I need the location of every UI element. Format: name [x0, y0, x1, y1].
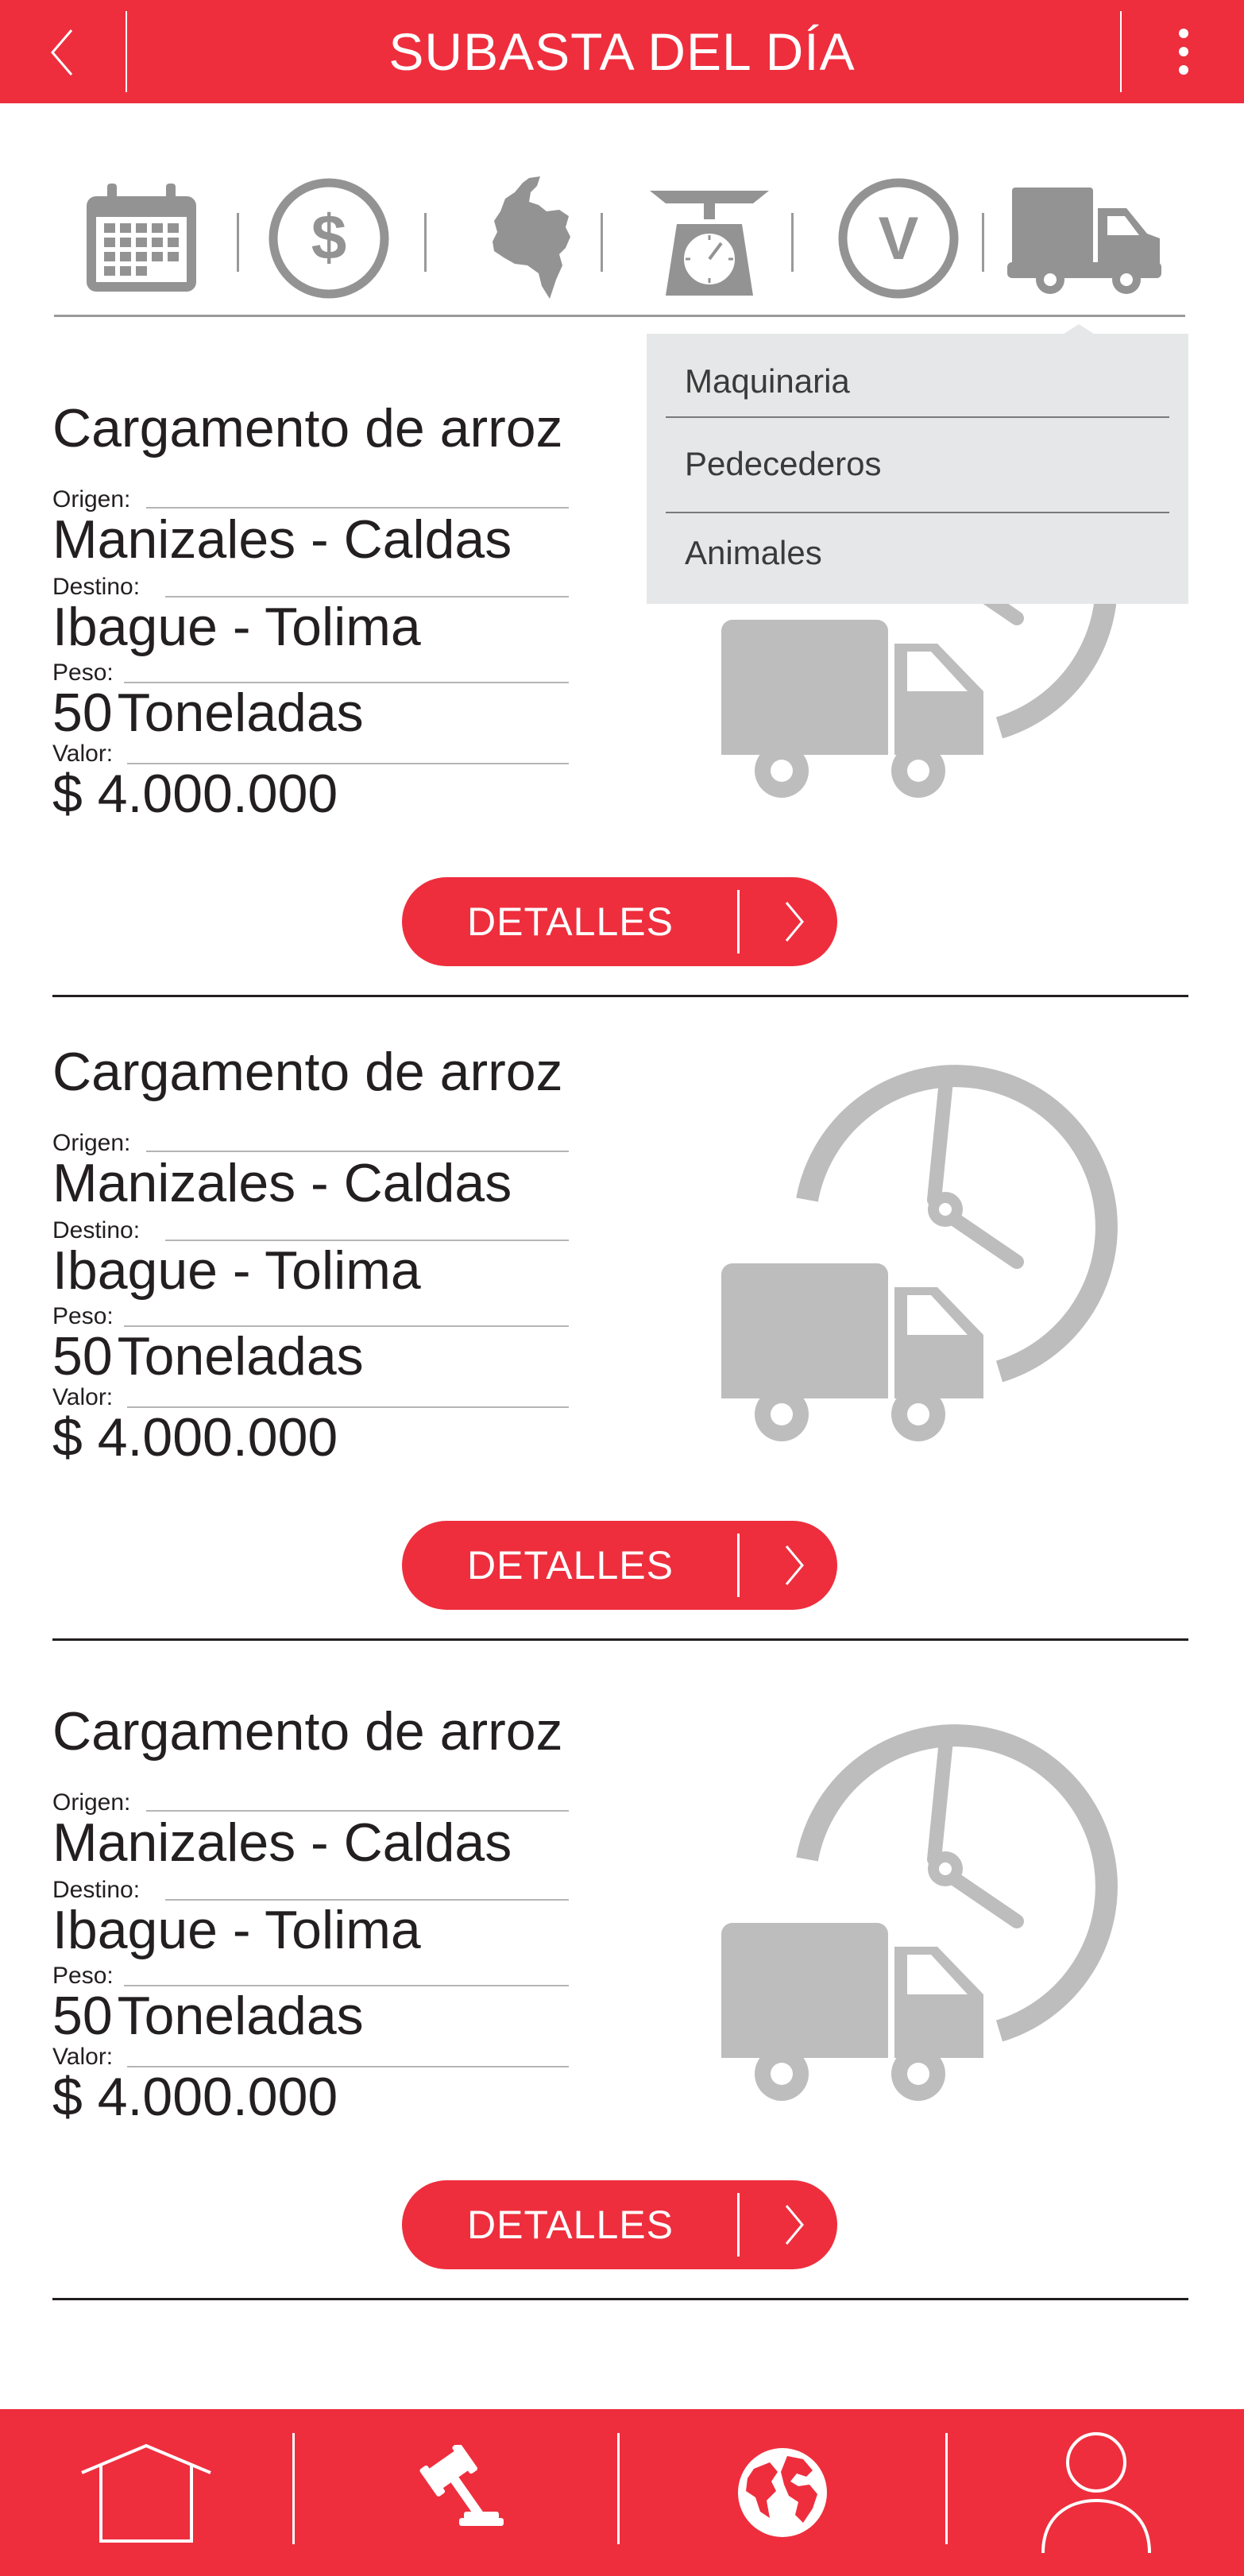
- weight-value: 50Toneladas: [52, 1985, 364, 2047]
- details-button-label: DETALLES: [467, 899, 674, 944]
- weight-amount: 50: [52, 683, 113, 743]
- weight-value: 50Toneladas: [52, 682, 364, 744]
- dropdown-pointer: [1061, 324, 1096, 335]
- weight-amount: 50: [52, 1986, 113, 2046]
- dropdown-divider: [666, 512, 1169, 513]
- nav-auctions[interactable]: [295, 2409, 617, 2576]
- dropdown-item-pedecederos[interactable]: Pedecederos: [685, 445, 882, 483]
- details-button[interactable]: DETALLES: [402, 1521, 837, 1610]
- page-title: SUBASTA DEL DÍA: [388, 22, 856, 81]
- dropdown-divider: [666, 416, 1169, 418]
- filter-weight[interactable]: [626, 175, 793, 302]
- dropdown-item-animales[interactable]: Animales: [685, 534, 822, 572]
- filter-divider: [424, 213, 427, 272]
- weight-value: 50Toneladas: [52, 1325, 364, 1387]
- weight-unit: Toneladas: [117, 1986, 364, 2046]
- calendar-icon: [87, 184, 196, 292]
- card-divider: [52, 1638, 1188, 1641]
- filter-divider: [601, 213, 603, 272]
- more-vertical-icon[interactable]: [1168, 24, 1200, 79]
- colombia-map-icon: [493, 176, 570, 299]
- delivery-time-illustration: [715, 1065, 1118, 1441]
- destination-value: Ibague - Tolima: [52, 1240, 421, 1301]
- filter-bar-underline: [54, 315, 1185, 317]
- cargo-type-dropdown: Maquinaria Pedecederos Animales: [647, 324, 1188, 604]
- dollar-icon: $: [269, 178, 389, 299]
- details-button[interactable]: DETALLES: [402, 2180, 837, 2269]
- scale-icon: [650, 191, 769, 296]
- filter-value[interactable]: V: [823, 175, 974, 302]
- filter-region[interactable]: [451, 175, 610, 302]
- card-divider: [52, 2298, 1188, 2300]
- filter-price[interactable]: $: [265, 175, 392, 302]
- value-amount: $ 4.000.000: [52, 1407, 338, 1468]
- card-title: Cargamento de arroz: [52, 1701, 563, 1762]
- destination-value: Ibague - Tolima: [52, 597, 421, 657]
- chevron-right-icon: [785, 902, 804, 942]
- nav-home[interactable]: [0, 2409, 292, 2576]
- svg-text:$: $: [311, 202, 347, 273]
- value-amount: $ 4.000.000: [52, 764, 338, 824]
- card-divider: [52, 995, 1188, 997]
- filter-cargo-type[interactable]: [1007, 175, 1166, 302]
- origin-value: Manizales - Caldas: [52, 1812, 512, 1873]
- filter-divider: [237, 213, 239, 272]
- origin-value: Manizales - Caldas: [52, 509, 512, 570]
- nav-world[interactable]: [620, 2409, 945, 2576]
- header-divider-right: [1120, 11, 1122, 92]
- chevron-right-icon: [785, 1545, 804, 1585]
- weight-amount: 50: [52, 1326, 113, 1387]
- chevron-right-icon: [785, 2205, 804, 2245]
- auction-card: Cargamento de arroz Origen: Manizales - …: [0, 1041, 1244, 1677]
- filter-divider: [791, 213, 794, 272]
- button-divider: [737, 2193, 740, 2257]
- user-profile-icon: [1041, 2432, 1151, 2554]
- filter-date[interactable]: [78, 175, 205, 302]
- nav-profile[interactable]: [948, 2409, 1244, 2576]
- button-divider: [737, 890, 740, 953]
- globe-icon: [738, 2448, 827, 2537]
- card-title: Cargamento de arroz: [52, 1042, 563, 1102]
- auction-card: Cargamento de arroz Origen: Manizales - …: [0, 1700, 1244, 2336]
- value-icon-letter: V: [879, 205, 919, 273]
- button-divider: [737, 1534, 740, 1597]
- bottom-navigation: [0, 2409, 1244, 2576]
- weight-unit: Toneladas: [117, 683, 364, 743]
- auction-gavel-icon: [419, 2445, 504, 2526]
- filter-bar: $ V: [54, 175, 1188, 318]
- weight-unit: Toneladas: [117, 1326, 364, 1387]
- destination-value: Ibague - Tolima: [52, 1900, 421, 1960]
- card-title: Cargamento de arroz: [52, 398, 563, 458]
- home-icon: [81, 2443, 211, 2543]
- app-header: SUBASTA DEL DÍA: [0, 0, 1244, 103]
- truck-icon: [1007, 188, 1161, 294]
- delivery-time-illustration: [715, 1724, 1118, 2101]
- details-button-label: DETALLES: [467, 1543, 674, 1588]
- value-icon: V: [838, 178, 959, 299]
- value-amount: $ 4.000.000: [52, 2067, 338, 2127]
- dropdown-item-maquinaria[interactable]: Maquinaria: [685, 362, 850, 400]
- details-button[interactable]: DETALLES: [402, 877, 837, 966]
- origin-value: Manizales - Caldas: [52, 1153, 512, 1213]
- details-button-label: DETALLES: [467, 2203, 674, 2247]
- filter-divider: [982, 213, 984, 272]
